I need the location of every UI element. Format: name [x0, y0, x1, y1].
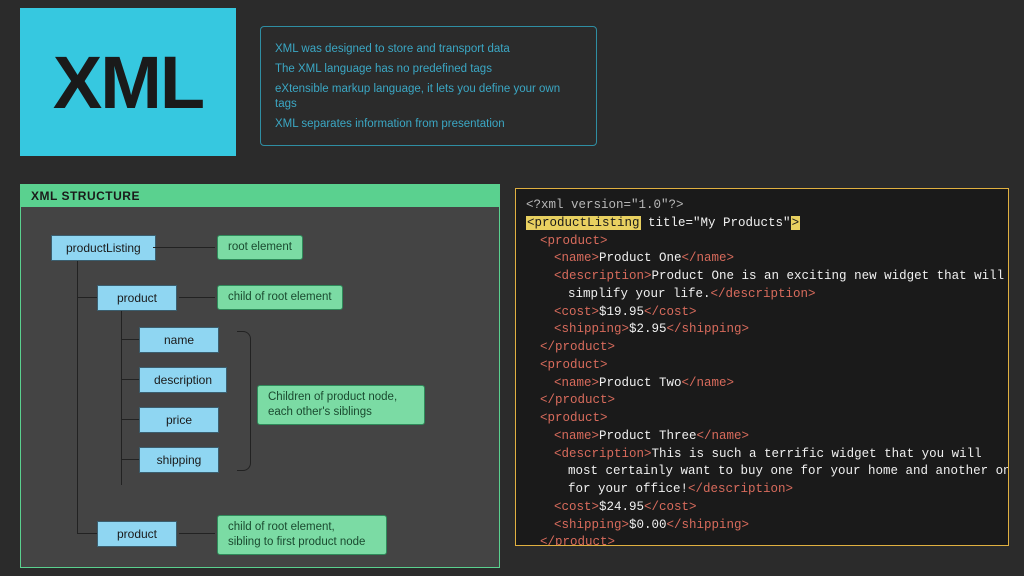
annot-text: sibling to first product node: [228, 536, 365, 548]
code-panel: <?xml version="1.0"?> <productListing ti…: [515, 188, 1009, 546]
code-line: <shipping>$0.00</shipping>: [526, 517, 998, 535]
connector: [77, 297, 97, 298]
code-line: <name>Product Two</name>: [526, 375, 998, 393]
code-line: <cost>$24.95</cost>: [526, 499, 998, 517]
fact-line: eXtensible markup language, it lets you …: [275, 82, 582, 112]
annot-root: root element: [217, 235, 303, 260]
code-line: <shipping>$2.95</shipping>: [526, 321, 998, 339]
connector: [121, 339, 139, 340]
code-line: <product>: [526, 233, 998, 251]
annot-sibling-product: child of root element, sibling to first …: [217, 515, 387, 555]
code-line: <cost>$19.95</cost>: [526, 304, 998, 322]
brace-icon: [237, 331, 251, 471]
node-product: product: [97, 285, 177, 311]
node-name: name: [139, 327, 219, 353]
code-line: </product>: [526, 534, 998, 546]
code-line: <productListing title="My Products">: [526, 215, 998, 233]
code-line: </product>: [526, 392, 998, 410]
fact-line: The XML language has no predefined tags: [275, 62, 582, 77]
connector: [179, 297, 215, 298]
fact-line: XML was designed to store and transport …: [275, 42, 582, 57]
structure-panel: XML STRUCTURE productListing root elemen…: [20, 184, 500, 568]
node-price: price: [139, 407, 219, 433]
node-product: product: [97, 521, 177, 547]
logo-text: XML: [53, 40, 203, 125]
connector: [77, 261, 78, 533]
code-line: simplify your life.</description>: [526, 286, 998, 304]
code-line: <description>This is such a terrific wid…: [526, 446, 998, 464]
node-shipping: shipping: [139, 447, 219, 473]
code-line: <description>Product One is an exciting …: [526, 268, 998, 286]
connector: [121, 419, 139, 420]
node-description: description: [139, 367, 227, 393]
connector: [121, 459, 139, 460]
code-line: <?xml version="1.0"?>: [526, 197, 998, 215]
connector: [179, 533, 215, 534]
code-line: <product>: [526, 357, 998, 375]
structure-header: XML STRUCTURE: [21, 185, 499, 207]
annot-child-of-root: child of root element: [217, 285, 343, 310]
xml-logo: XML: [20, 8, 236, 156]
code-line: <name>Product Three</name>: [526, 428, 998, 446]
connector: [121, 379, 139, 380]
annot-siblings: Children of product node, each other's s…: [257, 385, 425, 425]
code-line: <name>Product One</name>: [526, 250, 998, 268]
fact-line: XML separates information from presentat…: [275, 117, 582, 132]
node-root: productListing: [51, 235, 156, 261]
connector: [77, 533, 97, 534]
connector: [153, 247, 215, 248]
facts-box: XML was designed to store and transport …: [260, 26, 597, 146]
code-line: most certainly want to buy one for your …: [526, 463, 998, 481]
code-line: </product>: [526, 339, 998, 357]
code-line: <product>: [526, 410, 998, 428]
annot-text: child of root element,: [228, 521, 335, 533]
structure-tree: productListing root element product chil…: [21, 207, 499, 565]
code-line: for your office!</description>: [526, 481, 998, 499]
